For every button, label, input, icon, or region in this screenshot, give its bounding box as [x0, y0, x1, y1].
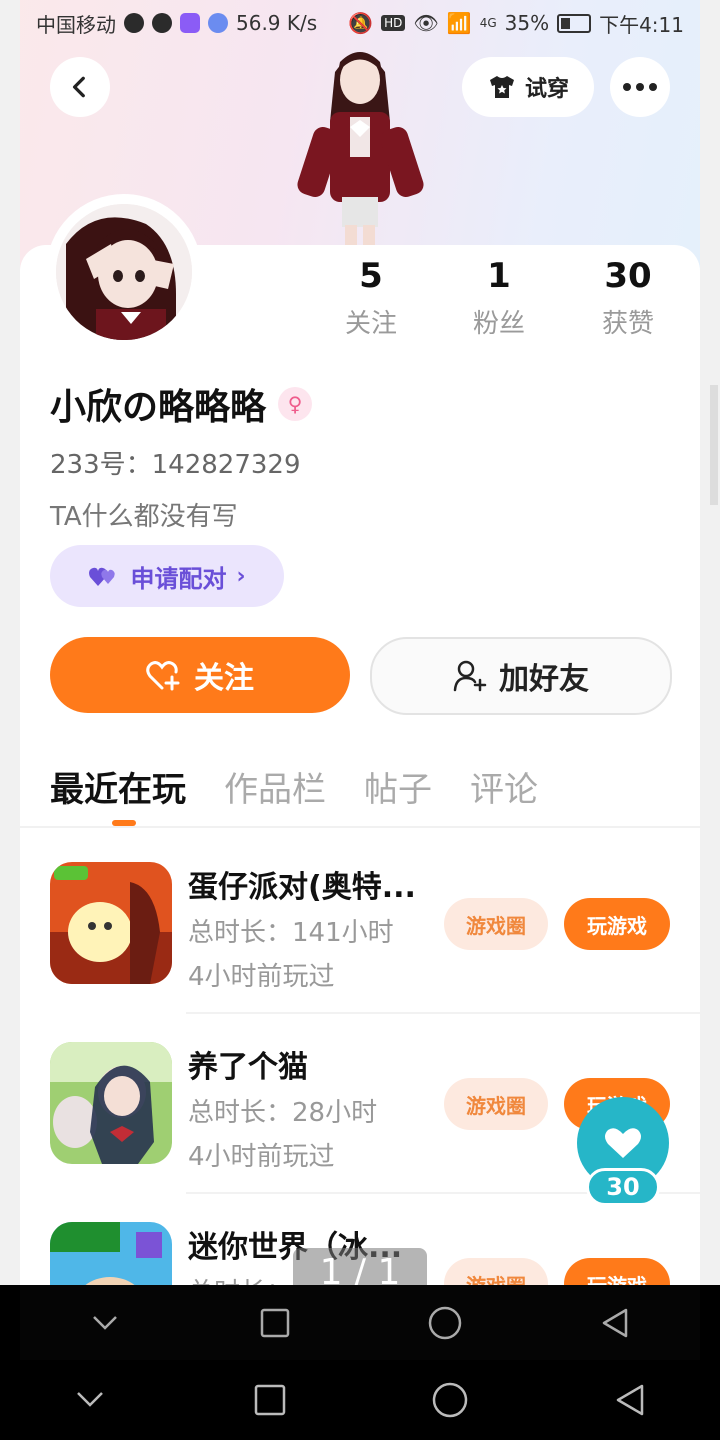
row-divider — [186, 1012, 700, 1014]
nav-home-button[interactable] — [415, 1293, 475, 1353]
tiktok-icon — [124, 13, 144, 33]
system-recents-button[interactable] — [240, 1370, 300, 1430]
add-friend-label: 加好友 — [499, 662, 589, 697]
music-icon — [208, 13, 228, 33]
chevron-right-icon: › — [236, 563, 246, 589]
avatar[interactable] — [50, 198, 198, 346]
mute-icon: 🔕 — [348, 11, 374, 35]
game-duration: 总时长：28小时 — [188, 1098, 378, 1128]
more-dot-icon — [623, 83, 631, 91]
game-circle-button[interactable]: 游戏圈 — [444, 1078, 548, 1130]
page-indicator: 1 / 1 — [293, 1248, 427, 1285]
triangle-back-icon — [602, 1308, 628, 1337]
like-count: 30 — [586, 1168, 660, 1206]
follow-label: 关注 — [194, 661, 254, 696]
inner-navigation-bar — [20, 1285, 700, 1360]
female-gender-icon: ♀ — [278, 387, 313, 421]
follow-button[interactable]: 关注 — [50, 637, 350, 713]
stat-likes[interactable]: 30 获赞 — [568, 255, 688, 340]
profile-tabs: 最近在玩 作品栏 帖子 评论 — [50, 762, 538, 811]
stat-followers[interactable]: 1 粉丝 — [439, 255, 559, 340]
likes-count: 30 — [604, 256, 652, 296]
right-edge — [700, 0, 720, 1285]
system-navigation-bar — [0, 1360, 720, 1440]
square-icon — [254, 1384, 286, 1416]
username: 小欣の略略略 — [50, 387, 267, 428]
back-button[interactable] — [50, 57, 110, 117]
game-icon-cat — [50, 1042, 172, 1164]
left-edge — [0, 0, 20, 1285]
play-game-button[interactable]: 玩游戏 — [564, 1258, 670, 1285]
followers-label: 粉丝 — [472, 309, 525, 339]
network-type: 4G — [479, 16, 497, 30]
game-last-played: 4小时前玩过 — [188, 1142, 335, 1172]
status-bar: 中国移动 56.9 K/s 🔕 HD 👁 📶 4G 35% 下午4:11 — [20, 0, 700, 46]
nav-back-button[interactable] — [585, 1293, 645, 1353]
game-circle-button[interactable]: 游戏圈 — [444, 1258, 548, 1285]
username-row: 小欣の略略略 ♀ — [50, 378, 313, 430]
battery-percent: 35% — [504, 11, 550, 35]
eye-icon: 👁 — [413, 11, 439, 35]
game-duration: 总时长：141小时 — [188, 918, 394, 948]
game-last-played: 4小时前玩过 — [188, 962, 335, 992]
game-list-item[interactable]: 蛋仔派对(奥特... 总时长：141小时 4小时前玩过 游戏圈 玩游戏 — [50, 862, 670, 992]
heart-plus-icon — [146, 661, 180, 691]
stat-following[interactable]: 5 关注 — [311, 255, 431, 340]
tab-comments[interactable]: 评论 — [470, 762, 538, 811]
circle-icon — [428, 1306, 462, 1339]
add-user-icon — [453, 660, 487, 692]
app-screen: 中国移动 56.9 K/s 🔕 HD 👁 📶 4G 35% 下午4:11 试穿 … — [0, 0, 720, 1285]
battery-icon — [557, 13, 592, 33]
triangle-back-icon — [616, 1384, 644, 1416]
avatar-illustration — [56, 204, 192, 340]
system-home-button[interactable] — [420, 1370, 480, 1430]
following-label: 关注 — [344, 309, 397, 339]
nav-collapse-button[interactable] — [75, 1293, 135, 1353]
double-heart-icon — [89, 567, 116, 586]
chevron-down-icon — [77, 1392, 103, 1407]
wifi-icon: 📶 — [446, 11, 472, 35]
game-title: 蛋仔派对(奥特... — [188, 870, 416, 905]
square-icon — [260, 1308, 290, 1337]
system-back-button[interactable] — [600, 1370, 660, 1430]
avatar-character-figure — [297, 52, 424, 247]
user-id: 233号：142827329 — [50, 450, 301, 480]
tab-posts[interactable]: 帖子 — [364, 762, 432, 811]
following-count: 5 — [359, 256, 383, 296]
game-icon-eggy-party — [50, 862, 172, 984]
circle-icon — [432, 1382, 468, 1418]
tab-divider — [20, 826, 700, 828]
app-notification-icon — [152, 13, 172, 33]
chevron-left-icon — [72, 76, 85, 98]
tab-works[interactable]: 作品栏 — [224, 762, 326, 811]
play-game-button[interactable]: 玩游戏 — [564, 898, 670, 950]
apply-match-label: 申请配对 — [130, 564, 227, 593]
game-title: 养了个猫 — [188, 1050, 308, 1085]
chevron-down-icon — [93, 1315, 117, 1330]
add-friend-button[interactable]: 加好友 — [370, 637, 672, 715]
try-on-button[interactable]: 试穿 — [462, 57, 594, 117]
user-bio: TA什么都没有写 — [50, 502, 238, 532]
tab-recently-played[interactable]: 最近在玩 — [50, 762, 186, 811]
game-circle-button[interactable]: 游戏圈 — [444, 898, 548, 950]
system-collapse-button[interactable] — [60, 1370, 120, 1430]
network-speed: 56.9 K/s — [236, 11, 318, 35]
game-duration: 总时长： — [188, 1272, 292, 1285]
heart-icon — [605, 1128, 641, 1158]
apply-match-button[interactable]: 申请配对 › — [50, 545, 284, 607]
followers-count: 1 — [487, 256, 511, 296]
carrier-label: 中国移动 — [36, 12, 116, 37]
more-options-button[interactable] — [610, 57, 670, 117]
hd-icon: HD — [381, 15, 406, 31]
shirt-icon — [489, 76, 514, 98]
game-icon-mini-world — [50, 1222, 172, 1285]
try-on-label: 试穿 — [524, 77, 569, 102]
nav-recents-button[interactable] — [245, 1293, 305, 1353]
app-notification-icon-2 — [180, 13, 200, 33]
clock: 下午4:11 — [599, 12, 684, 37]
likes-label: 获赞 — [601, 309, 654, 339]
